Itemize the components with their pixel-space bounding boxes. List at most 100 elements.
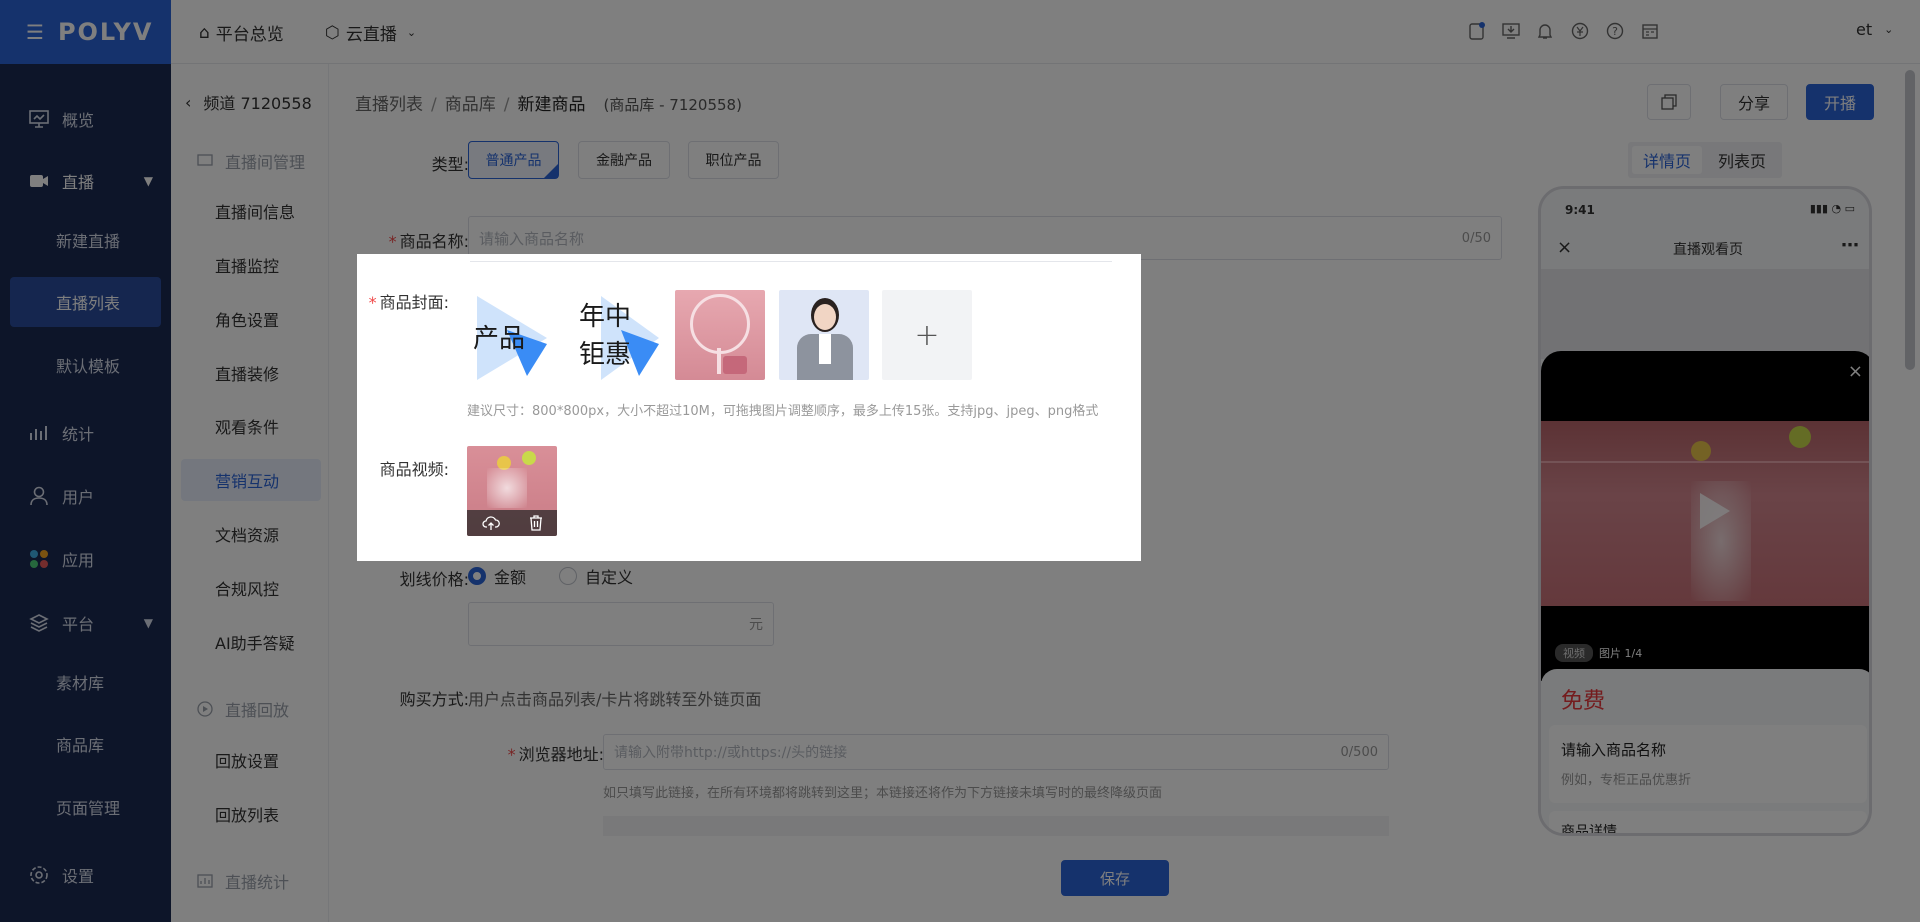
currency-icon[interactable] [1570,21,1590,41]
side-item-playback-list[interactable]: 回放列表 [181,793,321,835]
popup-close-icon[interactable]: × [1848,361,1863,382]
type-label: 类型: [431,155,469,174]
bell-icon[interactable] [1535,21,1555,41]
side-item-playback-settings[interactable]: 回放设置 [181,739,321,781]
checkmark-corner-icon [544,164,558,178]
side-item-marketing[interactable]: 营销互动 [181,459,321,501]
add-cover-button[interactable]: + [882,290,972,380]
play-icon[interactable] [1684,483,1740,539]
cover-thumbnail-2[interactable]: 年中 钜惠 [571,290,661,380]
nav-sub-product-library[interactable]: 商品库 [0,719,171,769]
upload-cloud-icon[interactable] [481,515,500,531]
monitor-icon [28,108,50,130]
save-button[interactable]: 保存 [1061,860,1169,896]
cover-thumbnail-1[interactable]: 产品 [467,290,557,380]
preview-product-name: 请输入商品名称 [1561,741,1667,759]
tab-list-page[interactable]: 列表页 [1707,146,1777,174]
side-item-roles[interactable]: 角色设置 [181,298,321,340]
tab-detail-page[interactable]: 详情页 [1632,146,1702,174]
nav-item-stats[interactable]: 统计 [0,410,171,456]
video-camera-icon [28,170,50,192]
cover-thumbnail-4[interactable] [779,290,869,380]
video-label: 商品视频: [379,460,449,479]
strike-price-input[interactable]: 元 [468,602,774,646]
breadcrumb-live-list[interactable]: 直播列表 [355,90,423,115]
nav-item-overview[interactable]: 概览 [0,96,171,142]
menu-icon[interactable]: ☰ [26,20,44,44]
side-item-docs[interactable]: 文档资源 [181,513,321,555]
side-item-compliance[interactable]: 合规风控 [181,567,321,609]
preview-product-desc: 例如，专柜正品优惠折 [1561,773,1692,788]
nav-item-live[interactable]: 直播 ▼ [0,158,171,204]
required-mark: * [388,232,397,251]
cover-thumbnail-3[interactable] [675,290,765,380]
nav-label: 用户 [62,488,95,507]
chevron-down-icon: ▼ [143,174,153,188]
product-name-box: 请输入商品名称 例如，专柜正品优惠折 [1549,725,1867,803]
video-actions-bar [467,510,557,536]
nav-sub-new-live[interactable]: 新建直播 [0,215,171,265]
stand-shape [717,348,721,374]
phone-video-area [1541,269,1869,359]
nav-label: 设置 [62,867,95,886]
nav-item-apps[interactable]: 应用 [0,536,171,582]
share-button[interactable]: 分享 [1720,84,1788,120]
stats-icon [197,874,215,888]
strike-amount-radio[interactable]: 金额 [468,564,526,588]
strike-custom-label: 自定义 [585,568,634,587]
task-icon[interactable] [1467,21,1487,41]
chevron-down-icon: ⌄ [406,26,417,39]
product-video-thumbnail[interactable] [467,446,557,536]
nav-sub-default-template[interactable]: 默认模板 [0,340,171,390]
product-price: 免费 [1561,689,1606,714]
cover-text: 产品 [473,324,526,354]
chevron-left-icon: ‹ [185,92,192,112]
yuan-unit: 元 [749,617,763,633]
ring-light-shape [690,294,750,354]
page-scrollbar[interactable] [1905,70,1915,370]
type-job-button[interactable]: 职位产品 [688,141,779,179]
nav-item-settings[interactable]: 设置 [0,852,171,898]
side-item-ai-assistant[interactable]: AI助手答疑 [181,621,321,663]
platform-overview-link[interactable]: ⌂ 平台总览 [199,20,284,46]
nav-sub-live-list[interactable]: 直播列表 [10,277,161,327]
nav-sub-page-manage[interactable]: 页面管理 [0,782,171,832]
url-label-text: 浏览器地址: [518,745,604,764]
product-switcher[interactable]: ⬡ 云直播 ⌄ [325,20,417,46]
download-icon[interactable] [1501,21,1521,41]
radio-unchecked-icon [559,567,577,585]
breadcrumb-sep: / [503,95,510,115]
video-tag[interactable]: 视频 [1555,644,1593,662]
browser-url-input[interactable]: 请输入附带http://或https://头的链接 0/500 [603,734,1389,770]
type-normal-label: 普通产品 [485,153,542,169]
brand-logo[interactable]: POLYV [58,18,154,46]
back-to-channel[interactable]: ‹ 频道 7120558 [185,90,312,114]
side-item-monitor[interactable]: 直播监控 [181,244,321,286]
breadcrumb: 直播列表 / 商品库 / 新建商品 (商品库 - 7120558) [355,90,742,115]
phone-preview: 9:41 ▮▮▮ ◔ ▭ × 直播观看页 ⋯ × 视频 图片 1/4 免费 请输… [1538,186,1872,836]
copy-button[interactable] [1647,84,1691,120]
close-icon: × [1557,237,1573,258]
name-input-bottom-edge [470,256,1112,262]
trash-icon[interactable] [529,515,543,531]
side-item-decoration[interactable]: 直播装修 [181,352,321,394]
side-item-room-info[interactable]: 直播间信息 [181,190,321,232]
nav-item-users[interactable]: 用户 [0,473,171,519]
strike-custom-radio[interactable]: 自定义 [559,564,633,588]
type-finance-button[interactable]: 金融产品 [578,141,670,179]
preview-detail-title: 商品详情 [1561,824,1617,836]
calendar-icon[interactable] [1640,21,1660,41]
help-icon[interactable]: ? [1605,21,1625,41]
url-char-count: 0/500 [1340,744,1378,760]
user-menu[interactable]: et ⌄ [1856,20,1893,39]
nav-item-platform[interactable]: 平台 ▼ [0,600,171,646]
nav-sub-material[interactable]: 素材库 [0,657,171,707]
type-normal-button[interactable]: 普通产品 [468,141,559,179]
item-shape [723,356,747,374]
start-live-button[interactable]: 开播 [1806,84,1874,120]
side-item-watch-condition[interactable]: 观看条件 [181,405,321,447]
chevron-down-icon: ▼ [143,616,153,630]
required-mark: * [368,293,377,312]
breadcrumb-product-library[interactable]: 商品库 [445,90,496,115]
group-label: 直播回放 [225,701,290,720]
